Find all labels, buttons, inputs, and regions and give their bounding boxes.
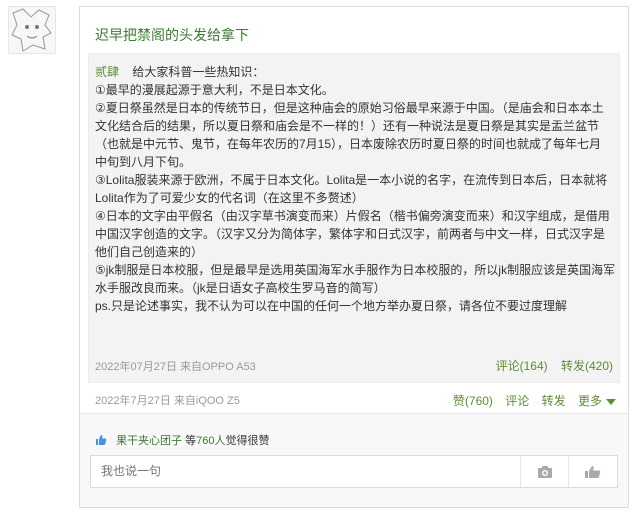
reply-input[interactable] [99, 463, 483, 479]
avatar[interactable] [8, 6, 56, 54]
thumbs-up-icon [95, 434, 107, 449]
post-card: 迟早把禁阁的头发给拿下 贰肆 给大家科普一些热知识： ①最早的漫展起源于意大利，… [79, 6, 629, 508]
quote-line: ④日本的文字由平假名（由汉字草书演变而来）片假名（楷书偏旁演变而来）和汉字组成，… [95, 209, 610, 223]
more-button[interactable]: 更多 [578, 394, 616, 408]
post-title[interactable]: 迟早把禁阁的头发给拿下 [95, 25, 249, 45]
quoted-post[interactable]: 贰肆 给大家科普一些热知识： ①最早的漫展起源于意大利，不是日本文化。 ②夏日祭… [88, 53, 620, 383]
caret-down-icon [606, 398, 616, 405]
quote-line: ①最早的漫展起源于意大利，不是日本文化。 [95, 83, 334, 97]
more-label: 更多 [577, 394, 602, 408]
like-button[interactable]: 赞(760) [453, 394, 493, 408]
quote-line: 给大家科普一些热知识： [132, 65, 265, 79]
repost-button[interactable]: 转发 [542, 394, 566, 408]
quote-line: ⑤jk制服是日本校服，但是最早是选用英国海军水手服作为日本校服的，所以jk制服应… [95, 263, 616, 277]
quote-line: ②夏日祭虽然是日本的传统节日，但是这种庙会的原始习俗最早来源于中国。（是庙会和日… [95, 101, 604, 115]
quote-line: Lolita作为了可爱少女的代名词（在这里不多赘述） [95, 191, 364, 205]
quote-line: ps.只是论述事实，我不认为可以在中国的任何一个地方举办夏日祭，请各位不要过度理… [95, 299, 568, 313]
quote-meta: 2022年07月27日 来自OPPO A53 评论(164) 转发(420) [95, 358, 613, 374]
quote-comment-link[interactable]: 评论(164) [496, 359, 548, 373]
post-actions: 赞(760) 评论 转发 更多 [444, 392, 616, 409]
camera-button[interactable] [520, 456, 569, 487]
comment-button[interactable]: 评论 [505, 394, 529, 408]
post-body: 迟早把禁阁的头发给拿下 贰肆 给大家科普一些热知识： ①最早的漫展起源于意大利，… [80, 7, 628, 414]
camera-icon [538, 465, 552, 478]
like-hand-icon [585, 465, 601, 478]
quote-line: 文化结合后的结果，所以夏日祭和庙会是不一样的！）还有一种说法是夏日祭是其实是盂兰… [95, 119, 600, 133]
quote-date-source: 2022年07月27日 来自OPPO A53 [95, 361, 256, 373]
post-date-source: 2022年7月27日 来自iQOO Z5 [95, 395, 240, 407]
quote-repost-link[interactable]: 转发(420) [561, 359, 613, 373]
likes-count-link[interactable]: 760人 [196, 435, 225, 447]
like-hand-button[interactable] [568, 456, 617, 487]
quote-line: （也就是中元节、鬼节，在每年农历的7月15），日本废除农历时夏日祭的时间也就成了… [95, 137, 602, 151]
quote-line: ③Lolita服装来源于欧洲，不属于日本文化。Lolita是一本小说的名字，在流… [95, 173, 608, 187]
quote-line: 中国汉字创造的文字。（汉字又分为简体字，繁体字和日式汉字，前两者与中文一样，日式… [95, 227, 606, 241]
quote-line: 他们自己创造来的） [95, 245, 204, 259]
like-user-link[interactable]: 果干夹心团子 [116, 435, 182, 447]
likes-text-post: 觉得很赞 [225, 435, 270, 447]
likes-summary: 果干夹心团子 等760人觉得很赞 [95, 432, 269, 449]
quote-line: 中旬到八月下旬。 [95, 155, 192, 169]
quote-author[interactable]: 贰肆 [95, 65, 119, 79]
quoted-text: 贰肆 给大家科普一些热知识： ①最早的漫展起源于意大利，不是日本文化。 ②夏日祭… [95, 63, 615, 315]
quote-actions: 评论(164) 转发(420) [486, 357, 613, 374]
quote-line: 水手服改良而来。（jk是日语女子高校生罗马音的简写） [95, 281, 386, 295]
avatar-sketch-icon [11, 8, 52, 52]
likes-text-pre: 等 [185, 435, 197, 447]
reply-box [90, 455, 618, 488]
